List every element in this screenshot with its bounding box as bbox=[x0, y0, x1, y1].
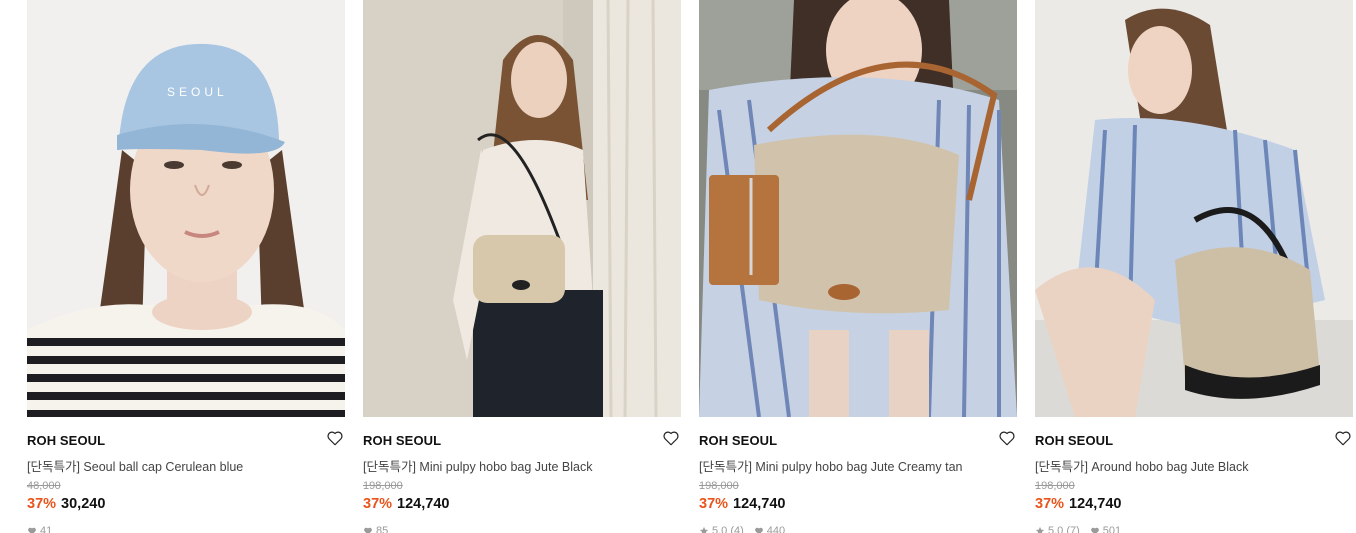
sale-price: 124,740 bbox=[733, 496, 786, 512]
product-meta: 5.0 (7) 501 bbox=[1035, 525, 1127, 533]
original-price: 198,000 bbox=[699, 480, 739, 492]
likes-count: 41 bbox=[40, 525, 53, 533]
discount-rate: 37% bbox=[699, 496, 729, 512]
product-photo[interactable] bbox=[363, 0, 681, 417]
discount-rate: 37% bbox=[1035, 496, 1065, 512]
heart-icon[interactable] bbox=[326, 429, 344, 447]
brand-name[interactable]: ROH SEOUL bbox=[1035, 433, 1113, 448]
star-icon bbox=[699, 526, 709, 533]
sale-price: 124,740 bbox=[1069, 496, 1122, 512]
heart-filled-icon bbox=[28, 527, 36, 533]
product-name[interactable]: [단독특가] Mini pulpy hobo bag Jute Black bbox=[363, 456, 592, 475]
product-meta: 85 bbox=[363, 525, 394, 533]
rating: 5.0 (7) bbox=[1035, 525, 1080, 533]
heart-filled-icon bbox=[1090, 527, 1099, 533]
product-card[interactable]: SEOUL ROH SEOUL [단독특가] Seoul ball cap Ce… bbox=[27, 0, 345, 533]
product-name[interactable]: [단독특가] Mini pulpy hobo bag Jute Creamy t… bbox=[699, 456, 962, 475]
sale-price: 30,240 bbox=[61, 496, 106, 512]
product-name[interactable]: [단독특가] Around hobo bag Jute Black bbox=[1035, 456, 1248, 475]
likes: 440 bbox=[754, 525, 785, 533]
cap-logo: SEOUL bbox=[167, 85, 228, 99]
heart-icon[interactable] bbox=[998, 429, 1016, 447]
brand-name[interactable]: ROH SEOUL bbox=[27, 433, 105, 448]
likes-count: 440 bbox=[766, 525, 786, 533]
original-price: 198,000 bbox=[363, 480, 403, 492]
rating-value: 5.0 (7) bbox=[1048, 525, 1080, 533]
price-row: 37% 30,240 bbox=[27, 496, 105, 512]
heart-icon[interactable] bbox=[1334, 429, 1352, 447]
discount-rate: 37% bbox=[27, 496, 57, 512]
price-row: 37% 124,740 bbox=[699, 496, 785, 512]
likes: 85 bbox=[363, 525, 388, 533]
product-photo[interactable]: SEOUL bbox=[27, 0, 345, 417]
product-card[interactable]: ROH SEOUL [단독특가] Mini pulpy hobo bag Jut… bbox=[363, 0, 681, 533]
product-meta: 5.0 (4) 440 bbox=[699, 525, 791, 533]
price-row: 37% 124,740 bbox=[1035, 496, 1121, 512]
product-image-around-hobo bbox=[1035, 0, 1353, 417]
heart-icon[interactable] bbox=[662, 429, 680, 447]
product-photo[interactable] bbox=[699, 0, 1017, 417]
rating-value: 5.0 (4) bbox=[712, 525, 744, 533]
product-card[interactable]: ROH SEOUL [단독특가] Mini pulpy hobo bag Jut… bbox=[699, 0, 1017, 533]
product-grid: SEOUL ROH SEOUL [단독특가] Seoul ball cap Ce… bbox=[0, 0, 1356, 533]
likes: 501 bbox=[1090, 525, 1121, 533]
product-image-cap: SEOUL bbox=[27, 0, 345, 417]
likes-count: 85 bbox=[376, 525, 389, 533]
product-name[interactable]: [단독특가] Seoul ball cap Cerulean blue bbox=[27, 456, 243, 475]
star-icon bbox=[1035, 526, 1045, 533]
product-card[interactable]: ROH SEOUL [단독특가] Around hobo bag Jute Bl… bbox=[1035, 0, 1353, 533]
rating: 5.0 (4) bbox=[699, 525, 744, 533]
product-photo[interactable] bbox=[1035, 0, 1353, 417]
heart-filled-icon bbox=[754, 527, 763, 533]
product-image-bag-tan bbox=[699, 0, 1017, 417]
sale-price: 124,740 bbox=[397, 496, 450, 512]
product-meta: 41 bbox=[27, 525, 58, 533]
likes: 41 bbox=[27, 525, 52, 533]
likes-count: 501 bbox=[1102, 525, 1122, 533]
original-price: 198,000 bbox=[1035, 480, 1075, 492]
price-row: 37% 124,740 bbox=[363, 496, 449, 512]
product-image-bag-black bbox=[363, 0, 681, 417]
brand-name[interactable]: ROH SEOUL bbox=[699, 433, 777, 448]
discount-rate: 37% bbox=[363, 496, 393, 512]
brand-name[interactable]: ROH SEOUL bbox=[363, 433, 441, 448]
original-price: 48,000 bbox=[27, 480, 61, 492]
heart-filled-icon bbox=[364, 527, 372, 533]
